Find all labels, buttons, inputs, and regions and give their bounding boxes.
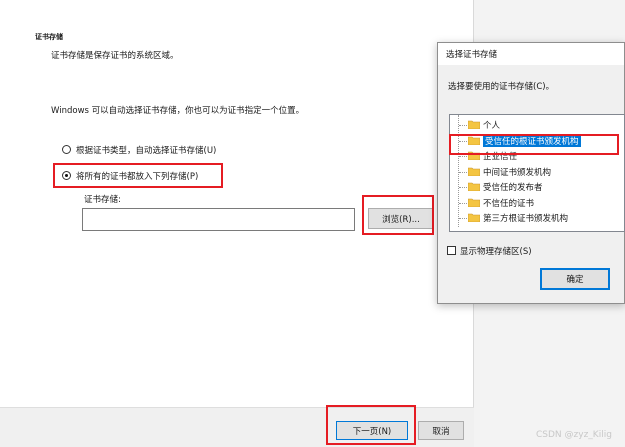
highlight-frame <box>449 134 619 155</box>
tree-guide-line <box>459 202 467 204</box>
folder-icon <box>468 213 480 222</box>
tree-item[interactable]: 中间证书颁发机构 <box>450 165 624 179</box>
select-store-dialog: 选择证书存储 选择要使用的证书存储(C)。 个人 受信任的根证书颁发机构 企业信任中… <box>437 42 625 304</box>
tree-item-label: 第三方根证书颁发机构 <box>483 214 569 224</box>
cancel-button[interactable]: 取消 <box>418 421 464 440</box>
show-physical-label: 显示物理存储区(S) <box>460 247 532 257</box>
certificate-import-wizard: 证书存储 证书存储是保存证书的系统区域。 Windows 可以自动选择证书存储，… <box>0 0 474 447</box>
tree-guide-line <box>459 218 467 219</box>
radio-auto-label: 根据证书类型，自动选择证书存储(U) <box>76 146 217 156</box>
tree-guide-line <box>459 125 467 126</box>
tree-item[interactable]: 不信任的证书 <box>450 196 624 210</box>
dialog-title: 选择证书存储 <box>446 50 498 60</box>
ok-button[interactable]: 确定 <box>540 268 610 290</box>
intro-text: Windows 可以自动选择证书存储，你也可以为证书指定一个位置。 <box>51 106 305 116</box>
store-label: 证书存储: <box>84 195 121 205</box>
show-physical-stores-option[interactable]: 显示物理存储区(S) <box>447 244 557 258</box>
tree-item[interactable]: 受信任的发布者 <box>450 180 624 194</box>
dialog-prompt: 选择要使用的证书存储(C)。 <box>448 82 555 92</box>
tree-item[interactable]: 个人 <box>450 118 624 132</box>
checkbox[interactable] <box>447 246 456 255</box>
tree-item-label: 个人 <box>483 121 501 131</box>
tree-guide-line <box>459 187 467 188</box>
section-description: 证书存储是保存证书的系统区域。 <box>51 51 179 61</box>
tree-guide-line <box>459 156 467 157</box>
radio-button[interactable] <box>62 145 71 154</box>
watermark: CSDN @zyz_Kilig <box>536 430 612 440</box>
tree-item-label: 受信任的发布者 <box>483 183 543 193</box>
highlight-frame <box>326 405 416 445</box>
tree-item[interactable]: 第三方根证书颁发机构 <box>450 211 624 225</box>
certificate-store-input[interactable] <box>82 208 355 231</box>
tree-item-label: 不信任的证书 <box>483 198 535 209</box>
highlight-frame <box>53 163 223 188</box>
folder-icon <box>468 182 480 191</box>
radio-auto-select-store[interactable]: 根据证书类型，自动选择证书存储(U) <box>62 143 282 157</box>
section-title: 证书存储 <box>35 33 63 41</box>
folder-icon <box>468 120 480 129</box>
folder-icon <box>468 167 480 176</box>
tree-guide-line <box>459 171 467 173</box>
certificate-store-tree[interactable]: 个人 受信任的根证书颁发机构 企业信任 中间证书颁发机构 受信任的发布者 不信任的证书 第三… <box>449 114 625 232</box>
folder-icon <box>468 198 480 207</box>
tree-item-label: 中间证书颁发机构 <box>483 167 552 178</box>
highlight-frame <box>362 195 434 235</box>
